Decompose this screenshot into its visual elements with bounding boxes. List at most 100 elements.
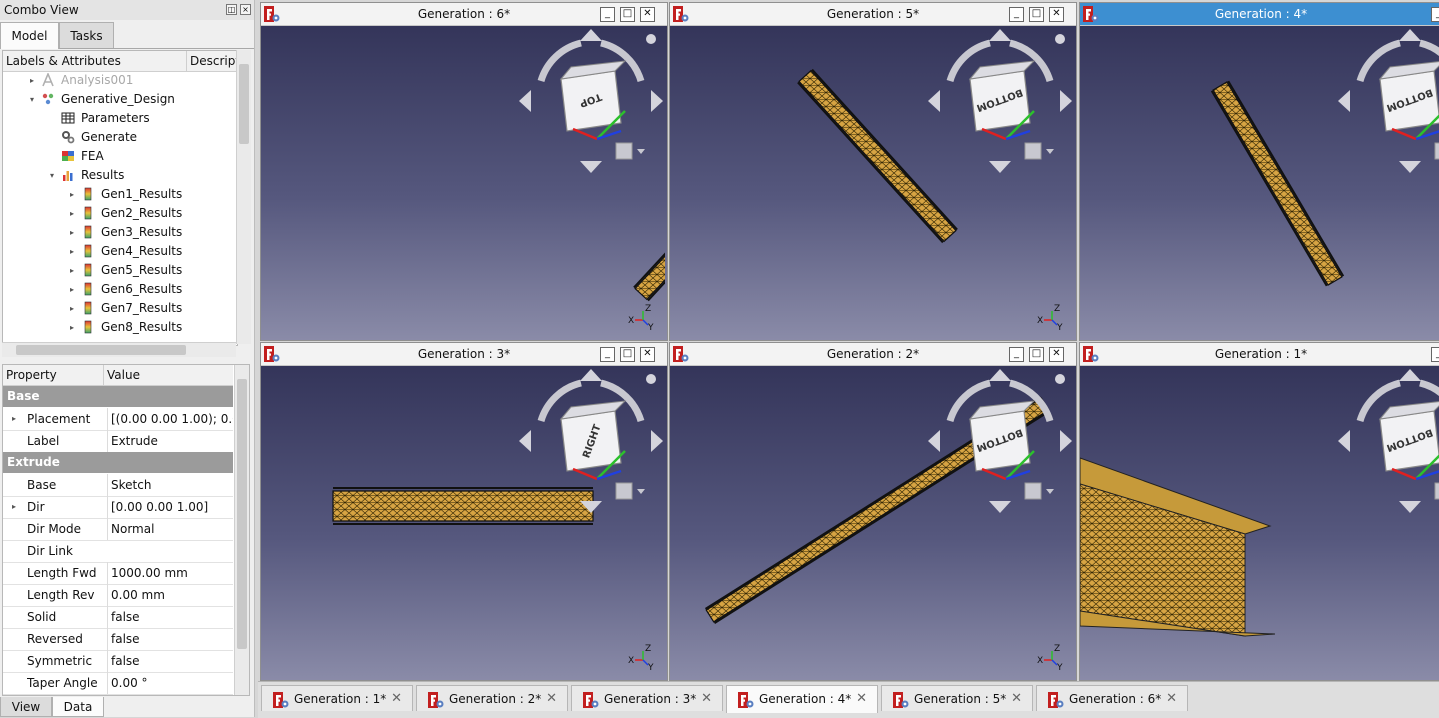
close-panel-button[interactable]: × xyxy=(240,4,251,15)
arrow-right-icon[interactable] xyxy=(1060,430,1072,452)
property-value[interactable]: [(0.00 0.00 1.00); 0.0... xyxy=(107,408,233,430)
expand-right-icon[interactable]: ▸ xyxy=(67,223,77,242)
tree-item-generate[interactable]: Generate xyxy=(3,128,237,147)
arrow-down-icon[interactable] xyxy=(1399,501,1421,513)
property-value[interactable]: false xyxy=(107,606,233,628)
viewport-titlebar[interactable]: Generation : 4* _ xyxy=(1080,3,1439,26)
minimize-button[interactable]: _ xyxy=(1431,347,1439,362)
property-value[interactable]: 0.00 ° xyxy=(107,672,233,694)
arrow-left-icon[interactable] xyxy=(519,90,531,112)
property-row-dir-link[interactable]: Dir Link xyxy=(3,540,233,563)
beam-mesh[interactable] xyxy=(1080,457,1276,637)
doc-tab-generation-3[interactable]: Generation : 3* ✕ xyxy=(571,685,723,711)
navigation-cube[interactable]: BOTTOM xyxy=(1338,369,1439,513)
property-value[interactable]: 1000.00 mm xyxy=(107,562,233,584)
tree-item-gen3-results[interactable]: ▸ Gen3_Results xyxy=(3,223,237,242)
property-value[interactable]: Normal xyxy=(107,518,233,540)
arrow-up-icon[interactable] xyxy=(1399,369,1421,381)
arrow-right-icon[interactable] xyxy=(651,90,663,112)
tree-scroll-thumb[interactable] xyxy=(239,64,249,144)
column-property[interactable]: Property xyxy=(3,365,104,385)
tree-item-generative-design[interactable]: ▾ Generative_Design xyxy=(3,90,237,109)
property-row-label[interactable]: Label Extrude xyxy=(3,430,233,453)
doc-tab-generation-4[interactable]: Generation : 4* ✕ xyxy=(726,685,878,713)
expand-right-icon[interactable]: ▸ xyxy=(12,496,16,518)
column-value[interactable]: Value xyxy=(104,365,233,385)
arrow-right-icon[interactable] xyxy=(1060,90,1072,112)
viewport-generation-5[interactable]: Generation : 5* _ □ ✕ BOTTOM X Z Y xyxy=(669,2,1077,341)
arrow-down-icon[interactable] xyxy=(580,161,602,173)
viewport-generation-6[interactable]: Generation : 6* _ □ ✕ TOP X Z Y xyxy=(260,2,668,341)
close-button[interactable]: ✕ xyxy=(1049,7,1064,22)
navigation-cube[interactable]: BOTTOM xyxy=(1338,29,1439,173)
arrow-down-icon[interactable] xyxy=(989,161,1011,173)
tree-item-gen5-results[interactable]: ▸ Gen5_Results xyxy=(3,261,237,280)
3d-view-canvas[interactable]: BOTTOM xyxy=(1080,366,1439,680)
view-menu-cube-icon[interactable] xyxy=(615,482,633,500)
tree-item-results[interactable]: ▾ Results xyxy=(3,166,237,185)
viewport-generation-1[interactable]: Generation : 1* _ BOTTOM xyxy=(1079,342,1439,681)
property-value[interactable]: false xyxy=(107,628,233,650)
property-row-solid[interactable]: Solid false xyxy=(3,606,233,629)
doc-tab-generation-1[interactable]: Generation : 1* ✕ xyxy=(261,685,413,711)
arrow-left-icon[interactable] xyxy=(928,90,940,112)
property-row-dir[interactable]: ▸ Dir [0.00 0.00 1.00] xyxy=(3,496,233,519)
arrow-left-icon[interactable] xyxy=(1338,430,1350,452)
viewport-titlebar[interactable]: Generation : 6* _ □ ✕ xyxy=(261,3,667,26)
viewport-titlebar[interactable]: Generation : 5* _ □ ✕ xyxy=(670,3,1076,26)
3d-view-canvas[interactable]: BOTTOM X Z Y xyxy=(670,366,1076,680)
view-menu-cube-icon[interactable] xyxy=(1024,142,1042,160)
freecad-document-icon[interactable] xyxy=(264,6,280,22)
close-button[interactable]: ✕ xyxy=(640,7,655,22)
doc-tab-generation-2[interactable]: Generation : 2* ✕ xyxy=(416,685,568,711)
navigation-cube[interactable]: BOTTOM xyxy=(928,369,1072,513)
property-row-symmetric[interactable]: Symmetric false xyxy=(3,650,233,673)
close-tab-icon[interactable]: ✕ xyxy=(856,686,867,712)
view-menu-dot-icon[interactable] xyxy=(646,34,656,44)
beam-mesh[interactable] xyxy=(332,487,594,525)
tree-hscroll-thumb[interactable] xyxy=(16,345,186,355)
expand-down-icon[interactable]: ▾ xyxy=(27,90,37,109)
tree-vertical-scrollbar[interactable] xyxy=(236,50,251,344)
freecad-document-icon[interactable] xyxy=(673,346,689,362)
property-group-base[interactable]: Base xyxy=(3,386,233,407)
property-scroll-thumb[interactable] xyxy=(237,379,247,649)
property-value[interactable]: Sketch xyxy=(107,474,233,496)
view-menu-cube-icon[interactable] xyxy=(1024,482,1042,500)
viewport-titlebar[interactable]: Generation : 2* _ □ ✕ xyxy=(670,343,1076,366)
freecad-document-icon[interactable] xyxy=(1083,346,1099,362)
tree-item-gen4-results[interactable]: ▸ Gen4_Results xyxy=(3,242,237,261)
navigation-cube[interactable]: BOTTOM xyxy=(928,29,1072,173)
view-menu-cube-icon[interactable] xyxy=(1434,142,1439,160)
viewport-generation-3[interactable]: Generation : 3* _ □ ✕ RIGHT X Z Y xyxy=(260,342,668,681)
expand-right-icon[interactable]: ▸ xyxy=(67,204,77,223)
tree-item-gen1-results[interactable]: ▸ Gen1_Results xyxy=(3,185,237,204)
tree-item-analysis001[interactable]: ▸ Analysis001 xyxy=(3,71,237,90)
arrow-left-icon[interactable] xyxy=(1338,90,1350,112)
arrow-down-icon[interactable] xyxy=(1399,161,1421,173)
view-menu-dot-icon[interactable] xyxy=(646,374,656,384)
maximize-button[interactable]: □ xyxy=(1029,347,1044,362)
arrow-up-icon[interactable] xyxy=(580,29,602,41)
tree-item-gen2-results[interactable]: ▸ Gen2_Results xyxy=(3,204,237,223)
tab-tasks[interactable]: Tasks xyxy=(59,22,114,48)
tree-item-gen8-results[interactable]: ▸ Gen8_Results xyxy=(3,318,237,337)
column-labels-attributes[interactable]: Labels & Attributes xyxy=(3,51,187,71)
tree-item-fea[interactable]: FEA xyxy=(3,147,237,166)
property-scrollbar[interactable] xyxy=(234,365,249,695)
freecad-document-icon[interactable] xyxy=(264,346,280,362)
tab-data[interactable]: Data xyxy=(52,697,104,717)
arrow-up-icon[interactable] xyxy=(1399,29,1421,41)
view-menu-dot-icon[interactable] xyxy=(1055,34,1065,44)
viewport-titlebar[interactable]: Generation : 3* _ □ ✕ xyxy=(261,343,667,366)
property-value[interactable]: false xyxy=(107,650,233,672)
expand-right-icon[interactable]: ▸ xyxy=(67,185,77,204)
column-description[interactable]: Descript xyxy=(187,51,237,71)
maximize-button[interactable]: □ xyxy=(1029,7,1044,22)
expand-right-icon[interactable]: ▸ xyxy=(67,299,77,318)
close-tab-icon[interactable]: ✕ xyxy=(546,686,557,712)
view-menu-cube-icon[interactable] xyxy=(1434,482,1439,500)
property-row-placement[interactable]: ▸ Placement [(0.00 0.00 1.00); 0.0... xyxy=(3,408,233,431)
close-tab-icon[interactable]: ✕ xyxy=(1166,686,1177,712)
arrow-left-icon[interactable] xyxy=(928,430,940,452)
